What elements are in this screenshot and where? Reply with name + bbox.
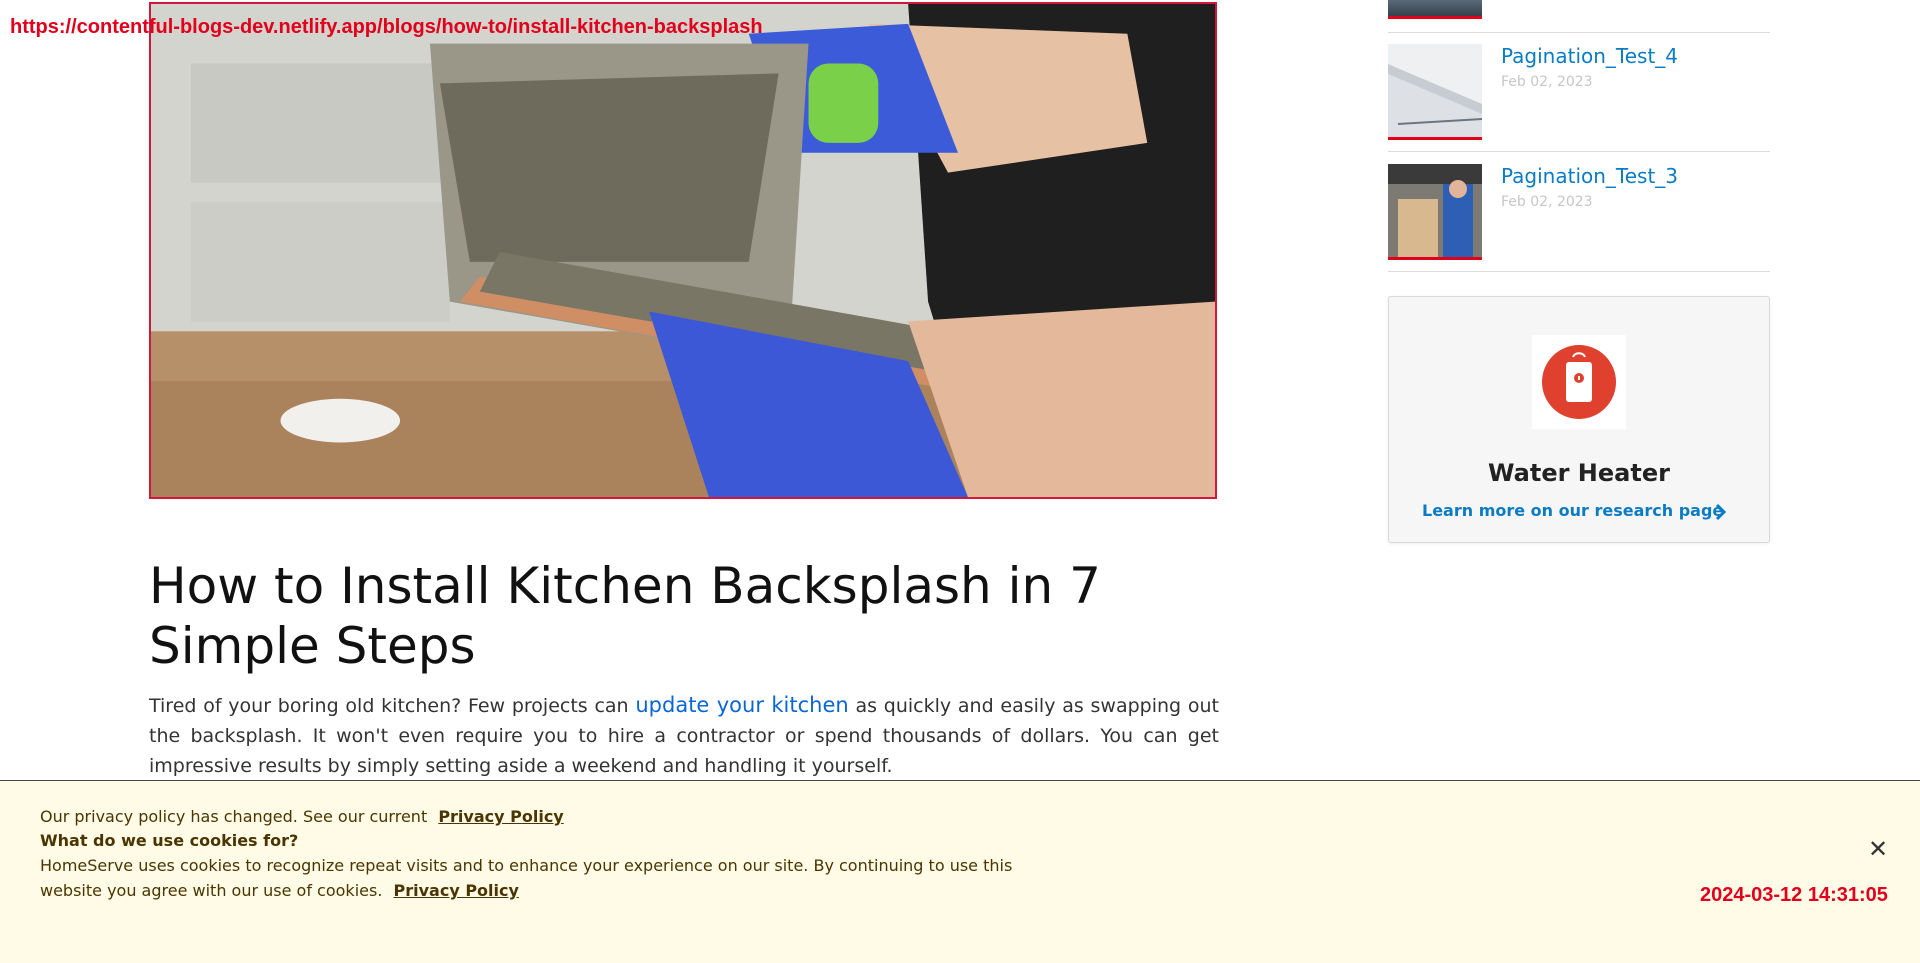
post-thumbnail-partial[interactable] (1388, 0, 1482, 19)
post-title[interactable]: Pagination_Test_3 (1501, 164, 1678, 188)
privacy-policy-link-2[interactable]: Privacy Policy (394, 881, 519, 900)
post-title[interactable]: Pagination_Test_4 (1501, 44, 1678, 68)
privacy-policy-link[interactable]: Privacy Policy (438, 807, 563, 826)
sidebar-post[interactable]: Pagination_Test_4 Feb 02, 2023 (1388, 44, 1770, 140)
sidebar-post[interactable]: Pagination_Test_3 Feb 02, 2023 (1388, 164, 1770, 260)
divider (1388, 271, 1770, 272)
post-thumbnail[interactable] (1388, 164, 1482, 260)
divider (1388, 32, 1770, 33)
water-heater-icon-box (1532, 335, 1626, 429)
intro-text-before: Tired of your boring old kitchen? Few pr… (149, 695, 636, 717)
post-date: Feb 02, 2023 (1501, 74, 1593, 90)
hero-illustration (151, 4, 1215, 497)
cookie-banner: Our privacy policy has changed. See our … (0, 780, 1920, 963)
post-thumbnail-image (1388, 44, 1482, 137)
research-page-link[interactable]: Learn more on our research page (1422, 501, 1723, 520)
privacy-notice: Our privacy policy has changed. See our … (40, 807, 564, 826)
post-thumbnail-image (1388, 164, 1482, 257)
post-date: Feb 02, 2023 (1501, 194, 1593, 210)
cookie-body-text: HomeServe uses cookies to recognize repe… (40, 856, 1013, 900)
update-your-kitchen-link[interactable]: update your kitchen (635, 693, 848, 717)
privacy-notice-text: Our privacy policy has changed. See our … (40, 807, 428, 826)
close-icon[interactable]: ✕ (1866, 837, 1890, 861)
card-title: Water Heater (1488, 459, 1670, 487)
water-heater-card: Water Heater Learn more on our research … (1388, 296, 1770, 543)
article-title: How to Install Kitchen Backsplash in 7 S… (149, 557, 1101, 675)
divider (1388, 151, 1770, 152)
chevron-right-icon[interactable] (1715, 503, 1727, 521)
water-heater-icon (1542, 345, 1616, 419)
hero-image (149, 2, 1217, 499)
url-overlay: https://contentful-blogs-dev.netlify.app… (10, 16, 763, 38)
cookie-body: HomeServe uses cookies to recognize repe… (40, 853, 1030, 903)
timestamp-overlay: 2024-03-12 14:31:05 (1700, 884, 1888, 906)
cookie-heading: What do we use cookies for? (40, 831, 299, 850)
article-intro: Tired of your boring old kitchen? Few pr… (149, 690, 1219, 781)
post-thumbnail[interactable] (1388, 44, 1482, 140)
